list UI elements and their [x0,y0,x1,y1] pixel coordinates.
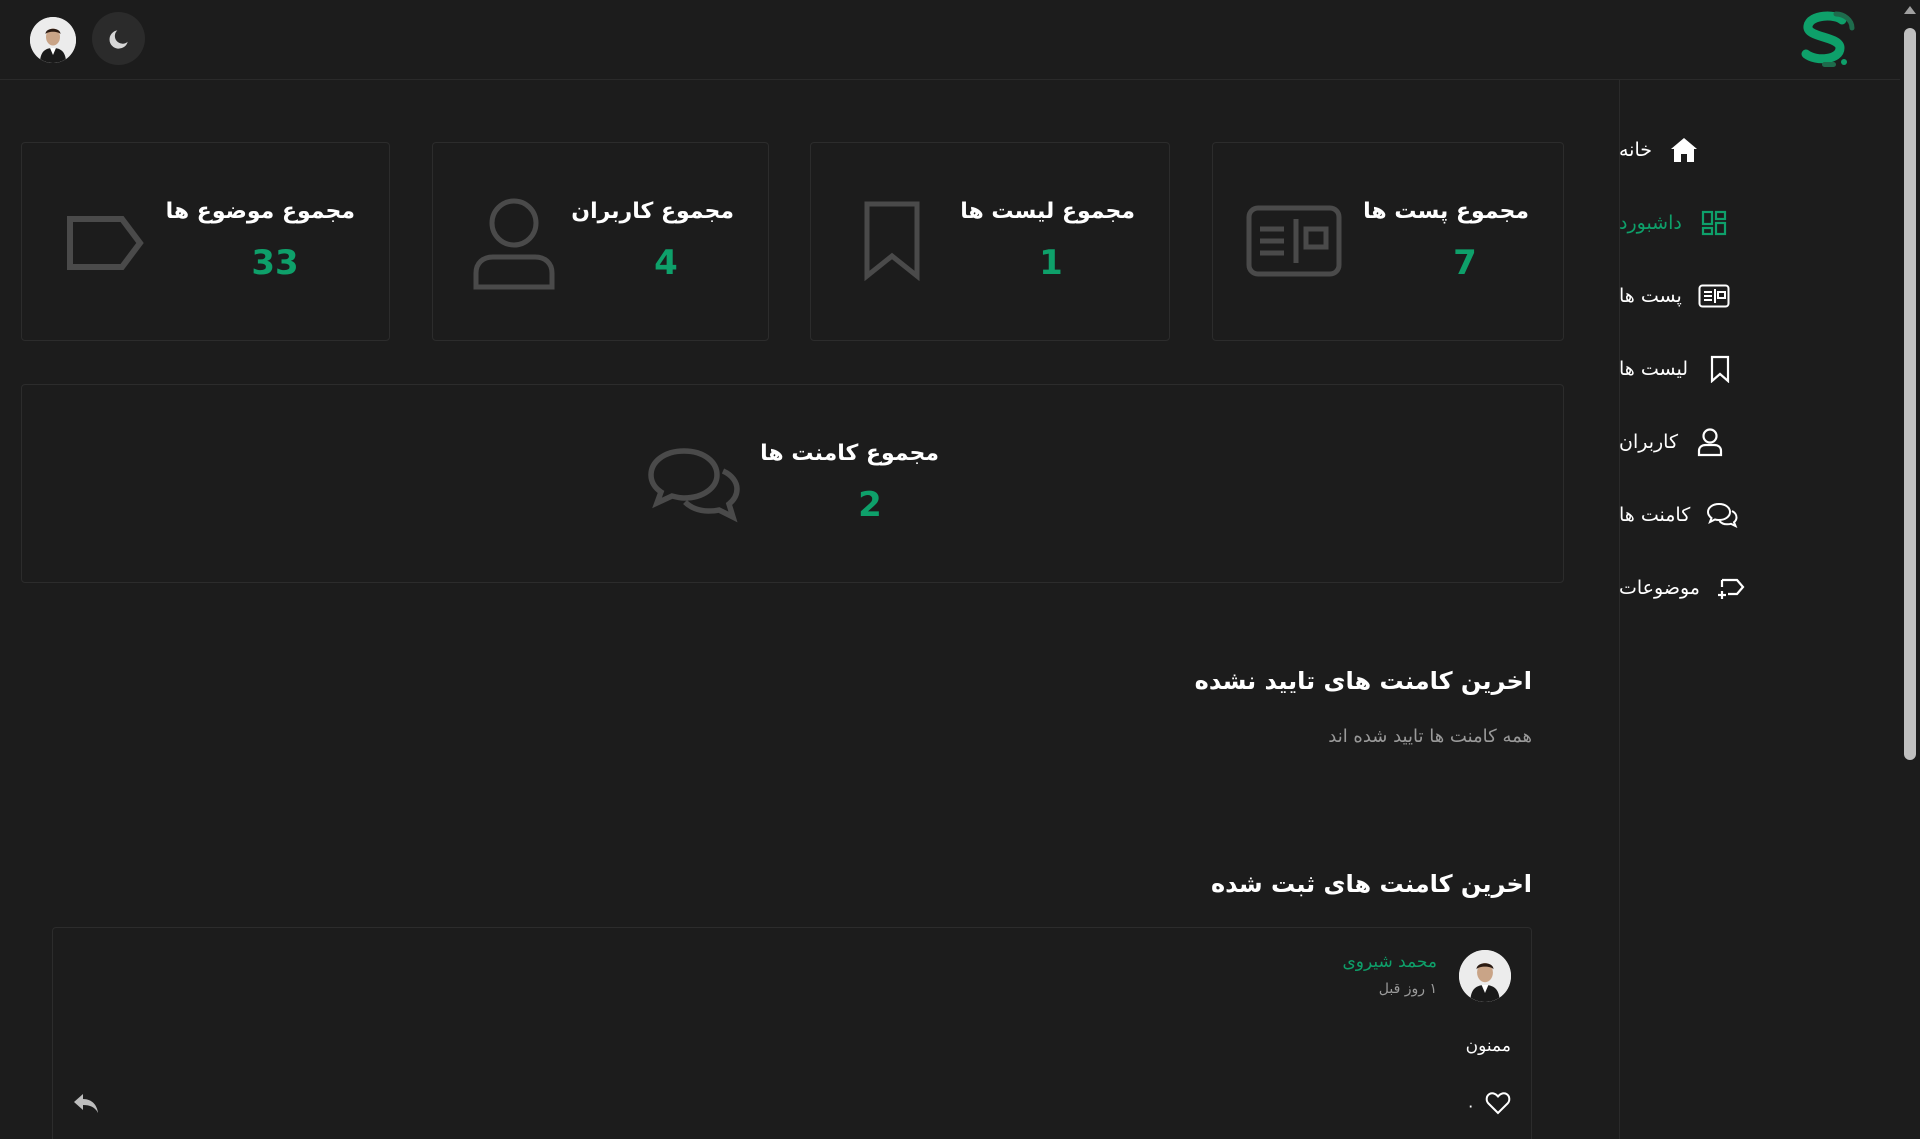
sidebar-item-label: داشبورد [1619,212,1682,234]
brand-logo[interactable] [1796,10,1858,70]
heart-icon[interactable] [1485,1091,1511,1119]
stat-value: 2 [858,485,882,525]
brand-s-logo-icon [1801,11,1855,67]
stat-card-users: مجموع کاربران 4 [432,142,769,341]
like-count: ۰ [1466,1095,1475,1115]
avatar-image [30,17,76,63]
sidebar-item-label: پست ها [1619,285,1682,307]
stat-title: مجموع پست ها [1363,199,1529,224]
sidebar-item-comments[interactable]: کامنت ها [1619,495,1900,535]
user-icon [471,195,557,295]
reply-button[interactable] [71,1091,101,1121]
stat-card-posts: مجموع پست ها 7 [1212,142,1564,341]
stat-card-lists: مجموع لیست ها 1 [810,142,1170,341]
top-bar [0,0,1900,80]
user-avatar[interactable] [30,17,76,63]
avatar-image [1459,950,1511,1002]
stat-card-topics: مجموع موضوع ها 33 [21,142,390,341]
sidebar-item-label: لیست ها [1619,358,1688,380]
stat-value: 4 [654,243,678,283]
page-scrollbar[interactable] [1900,0,1920,1139]
home-icon [1668,134,1700,166]
sidebar-item-home[interactable]: خانه [1619,130,1900,170]
tag-icon [66,215,144,275]
reply-arrow-icon [74,1094,98,1113]
scroll-up-arrow-icon[interactable] [1904,6,1916,14]
sidebar-item-label: کاربران [1619,431,1679,453]
sidebar-item-topics[interactable]: موضوعات [1619,568,1900,608]
sidebar-item-posts[interactable]: پست ها [1619,276,1900,316]
sidebar-item-users[interactable]: کاربران [1619,422,1900,462]
sidebar-item-label: موضوعات [1619,577,1700,599]
stat-title: مجموع کامنت ها [760,441,939,466]
comments-icon [646,447,742,527]
unapproved-comments-empty-text: همه کامنت ها تایید شده اند [1328,726,1532,747]
comment-timestamp: ۱ روز قبل [1378,981,1437,997]
newspaper-icon [1246,205,1342,281]
scroll-thumb[interactable] [1904,28,1916,760]
commenter-avatar[interactable] [1459,950,1511,1002]
sidebar-item-dashboard[interactable]: داشبورد [1619,203,1900,243]
dashboard-icon [1698,207,1730,239]
like-control: ۰ [1466,1091,1511,1119]
stat-card-comments: مجموع کامنت ها 2 [21,384,1564,583]
stat-value: 1 [1039,243,1063,283]
sidebar-nav: خانه داشبورد پست ها لیست ها کاربران کامن… [1619,80,1900,1139]
comments-icon [1706,499,1738,531]
stat-value: 33 [251,243,299,283]
comment-card: محمد شیروی ۱ روز قبل ممنون ۰ [52,927,1532,1139]
unapproved-comments-title: اخرین کامنت های تایید نشده [1194,667,1532,695]
stat-title: مجموع لیست ها [960,199,1135,224]
bookmark-icon [1704,353,1736,385]
topics-tag-icon [1716,572,1748,604]
theme-toggle-button[interactable] [92,12,145,65]
sidebar-item-label: خانه [1619,139,1653,161]
comment-author-link[interactable]: محمد شیروی [1342,952,1437,972]
sidebar-item-label: کامنت ها [1619,504,1691,526]
recent-comments-title: اخرین کامنت های ثبت شده [1210,870,1532,898]
stat-title: مجموع موضوع ها [165,199,355,224]
newspaper-icon [1698,280,1730,312]
stat-title: مجموع کاربران [571,199,734,224]
comment-body: ممنون [1465,1036,1511,1056]
stat-value: 7 [1453,243,1477,283]
moon-icon [109,29,128,49]
sidebar-item-lists[interactable]: لیست ها [1619,349,1900,389]
bookmark-icon [863,201,921,285]
user-icon [1694,426,1726,458]
